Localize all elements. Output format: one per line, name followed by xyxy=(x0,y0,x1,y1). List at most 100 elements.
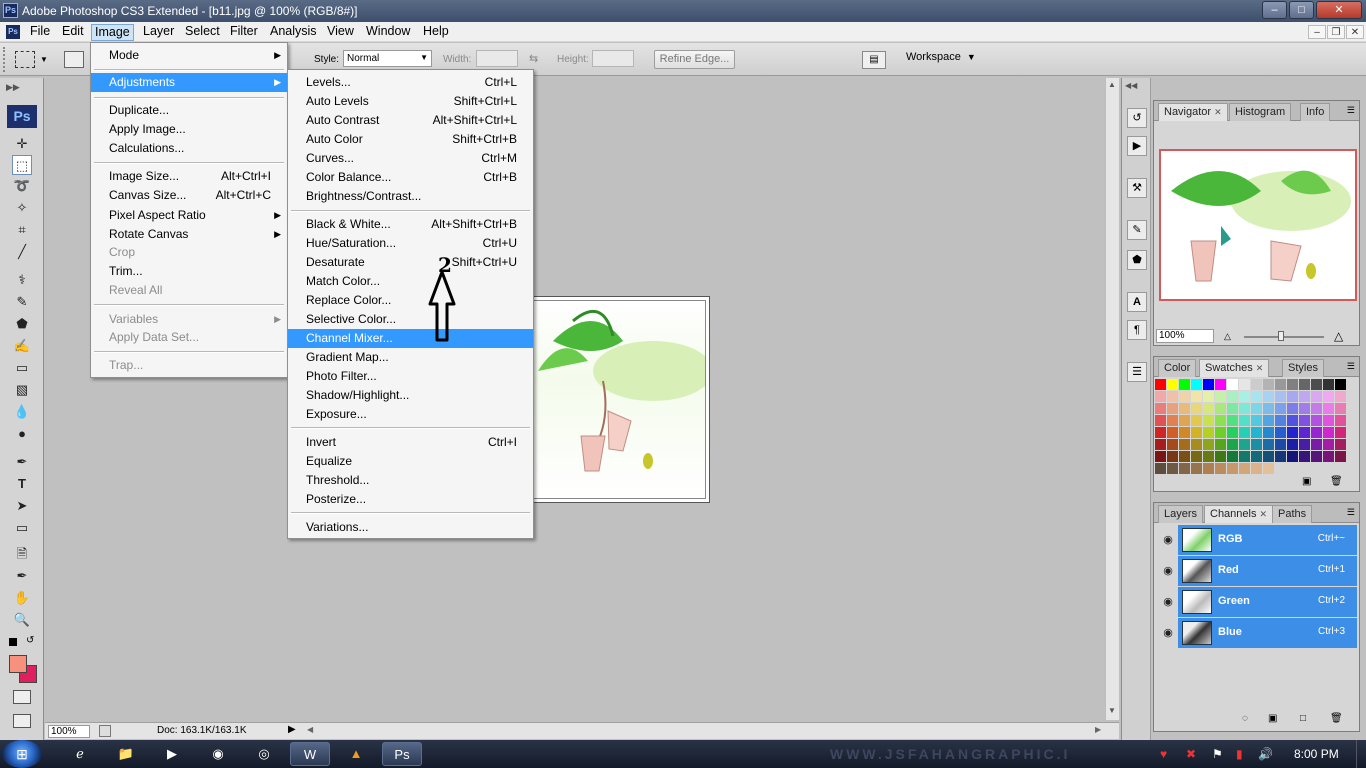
swatch-cell[interactable] xyxy=(1203,427,1214,438)
navigator-preview[interactable] xyxy=(1159,149,1357,301)
menu-view[interactable]: View xyxy=(324,24,357,41)
tab-styles[interactable]: Styles xyxy=(1282,359,1324,377)
menu-item-curves[interactable]: Curves... Ctrl+M xyxy=(288,149,533,168)
swatch-cell[interactable] xyxy=(1167,463,1178,474)
tab-navigator[interactable]: Navigator ✕ xyxy=(1158,103,1228,121)
menu-item-pixel-aspect-ratio[interactable]: Pixel Aspect Ratio ▶ xyxy=(91,206,287,225)
new-channel-icon[interactable]: □ xyxy=(1300,713,1306,724)
collapse-toolbox-icon[interactable]: ▶▶ xyxy=(6,82,20,93)
brush-tool-icon[interactable]: ✎ xyxy=(12,292,32,312)
document-image[interactable] xyxy=(532,300,706,499)
screen-mode-icon[interactable] xyxy=(13,714,31,728)
swatch-cell[interactable] xyxy=(1191,451,1202,462)
swatch-cell[interactable] xyxy=(1227,415,1238,426)
status-menu-arrow-icon[interactable]: ▶ xyxy=(288,724,296,735)
doc-minimize-button[interactable]: – xyxy=(1308,25,1326,39)
minimize-button[interactable]: – xyxy=(1262,1,1287,19)
shape-tool-icon[interactable]: ▭ xyxy=(12,518,32,538)
swatch-cell[interactable] xyxy=(1239,391,1250,402)
swatch-cell[interactable] xyxy=(1167,391,1178,402)
channel-selection-green[interactable]: Green Ctrl+2 xyxy=(1178,587,1357,617)
menu-item-auto-levels[interactable]: Auto Levels Shift+Ctrl+L xyxy=(288,92,533,111)
menu-item-black-white[interactable]: Black & White... Alt+Shift+Ctrl+B xyxy=(288,215,533,234)
zoom-slider[interactable] xyxy=(1244,336,1324,338)
swatch-cell[interactable] xyxy=(1335,415,1346,426)
hand-tool-icon[interactable]: ✋ xyxy=(12,588,32,608)
swatch-cell[interactable] xyxy=(1251,439,1262,450)
menu-item-auto-color[interactable]: Auto Color Shift+Ctrl+B xyxy=(288,130,533,149)
swatch-cell[interactable] xyxy=(1251,379,1262,390)
scroll-right-icon[interactable]: ▶ xyxy=(1095,725,1101,734)
swatch-cell[interactable] xyxy=(1287,379,1298,390)
tab-info[interactable]: Info xyxy=(1300,103,1331,121)
swatch-cell[interactable] xyxy=(1263,379,1274,390)
menu-item-replace-color[interactable]: Replace Color... xyxy=(288,291,533,310)
swatch-cell[interactable] xyxy=(1287,427,1298,438)
swatch-cell[interactable] xyxy=(1215,379,1226,390)
swatch-cell[interactable] xyxy=(1311,439,1322,450)
tab-paths[interactable]: Paths xyxy=(1272,505,1313,523)
menu-item-equalize[interactable]: Equalize xyxy=(288,452,533,471)
swatch-cell[interactable] xyxy=(1275,427,1286,438)
file-explorer-icon[interactable]: 📁 xyxy=(106,742,146,766)
style-select[interactable]: Normal ▼ xyxy=(343,50,432,67)
character-icon[interactable]: A xyxy=(1127,292,1147,312)
swatch-cell[interactable] xyxy=(1239,379,1250,390)
swatch-cell[interactable] xyxy=(1311,379,1322,390)
swatch-cell[interactable] xyxy=(1239,403,1250,414)
tool-presets-icon[interactable]: ⚒ xyxy=(1127,178,1147,198)
swatch-cell[interactable] xyxy=(1335,451,1346,462)
swatch-cell[interactable] xyxy=(1155,391,1166,402)
swatch-cell[interactable] xyxy=(1323,379,1334,390)
vlc-icon[interactable]: ▲ xyxy=(336,742,376,766)
word-icon[interactable]: W xyxy=(290,742,330,766)
swatch-cell[interactable] xyxy=(1263,439,1274,450)
swatch-cell[interactable] xyxy=(1263,427,1274,438)
menu-item-invert[interactable]: Invert Ctrl+I xyxy=(288,433,533,452)
menu-item-hue-saturation[interactable]: Hue/Saturation... Ctrl+U xyxy=(288,234,533,253)
document-icon[interactable]: Ps xyxy=(6,25,20,39)
firefox-icon[interactable]: ◎ xyxy=(244,742,284,766)
close-icon[interactable]: ✕ xyxy=(1259,509,1267,519)
swatch-cell[interactable] xyxy=(1167,439,1178,450)
swatch-cell[interactable] xyxy=(1203,415,1214,426)
swatch-cell[interactable] xyxy=(1335,427,1346,438)
swatch-cell[interactable] xyxy=(1323,451,1334,462)
clock[interactable]: 8:00 PM xyxy=(1294,747,1339,761)
history-brush-tool-icon[interactable]: ✍ xyxy=(12,336,32,356)
swatch-cell[interactable] xyxy=(1239,415,1250,426)
swatch-cell[interactable] xyxy=(1251,391,1262,402)
swatch-cell[interactable] xyxy=(1215,439,1226,450)
new-selection-icon[interactable] xyxy=(64,51,84,68)
swatch-cell[interactable] xyxy=(1275,463,1286,474)
swatch-cell[interactable] xyxy=(1323,439,1334,450)
internet-explorer-icon[interactable]: ℯ xyxy=(60,742,100,766)
menu-item-image-size[interactable]: Image Size... Alt+Ctrl+I xyxy=(91,167,287,186)
swatch-cell[interactable] xyxy=(1335,439,1346,450)
expand-dock-icon[interactable]: ◀◀ xyxy=(1125,81,1137,90)
refine-edge-button[interactable]: Refine Edge... xyxy=(654,50,735,69)
swatch-cell[interactable] xyxy=(1311,463,1322,474)
swatch-cell[interactable] xyxy=(1179,379,1190,390)
doc-restore-button[interactable]: ❐ xyxy=(1327,25,1345,39)
swatch-cell[interactable] xyxy=(1311,415,1322,426)
navigator-zoom-field[interactable]: 100% xyxy=(1156,329,1214,343)
crop-tool-icon[interactable]: ⌗ xyxy=(12,220,32,240)
load-channel-selection-icon[interactable]: ◌ xyxy=(1242,713,1248,724)
menu-item-calculations[interactable]: Calculations... xyxy=(91,139,287,158)
swatch-cell[interactable] xyxy=(1155,451,1166,462)
swatch-cell[interactable] xyxy=(1203,463,1214,474)
battery-tray-icon[interactable]: ▮ xyxy=(1236,747,1243,761)
swatch-cell[interactable] xyxy=(1275,379,1286,390)
paragraph-icon[interactable]: ¶ xyxy=(1127,320,1147,340)
status-info-icon[interactable] xyxy=(99,725,111,737)
swatch-cell[interactable] xyxy=(1287,451,1298,462)
swatch-cell[interactable] xyxy=(1215,391,1226,402)
swatch-cell[interactable] xyxy=(1239,463,1250,474)
swatch-cell[interactable] xyxy=(1287,403,1298,414)
panel-menu-icon[interactable]: ☰ xyxy=(1347,105,1355,116)
scroll-up-icon[interactable]: ▲ xyxy=(1108,80,1116,89)
swatch-cell[interactable] xyxy=(1191,403,1202,414)
swatch-cell[interactable] xyxy=(1203,439,1214,450)
menu-item-channel-mixer[interactable]: Channel Mixer... xyxy=(288,329,533,348)
